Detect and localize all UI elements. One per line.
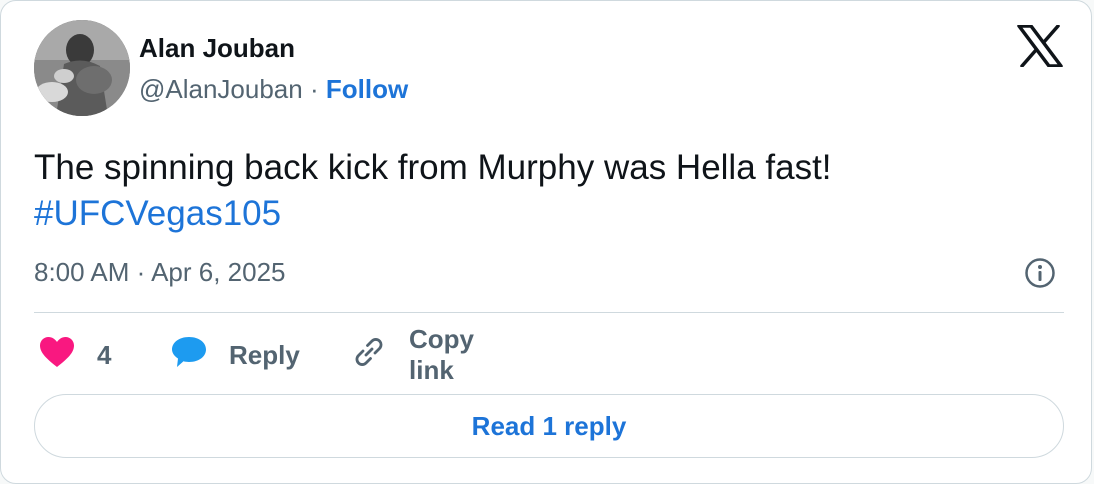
read-replies-label: Read 1 reply xyxy=(471,410,627,441)
copy-link-button[interactable]: Copy link xyxy=(351,324,474,385)
hashtag-link[interactable]: #UFCVegas105 xyxy=(34,191,1054,237)
tweet-text-block: The spinning back kick from Murphy was H… xyxy=(34,145,1054,237)
x-logo-icon[interactable] xyxy=(1017,24,1063,68)
follow-button[interactable]: Follow xyxy=(326,74,408,104)
copy-link-label: Copy link xyxy=(409,324,474,385)
author-handle-row: @AlanJouban · Follow xyxy=(139,74,408,105)
author-handle[interactable]: @AlanJouban xyxy=(139,74,303,104)
heart-icon xyxy=(39,336,75,375)
author-name[interactable]: Alan Jouban xyxy=(139,33,295,64)
reply-button[interactable]: Reply xyxy=(170,335,300,376)
tweet-card: Alan Jouban @AlanJouban · Follow The spi… xyxy=(0,0,1092,484)
reply-label: Reply xyxy=(229,339,300,370)
separator: · xyxy=(309,74,319,104)
like-button[interactable]: 4 xyxy=(39,336,112,375)
timestamp[interactable]: 8:00 AM · Apr 6, 2025 xyxy=(34,257,286,288)
divider xyxy=(34,312,1064,313)
info-icon[interactable] xyxy=(1024,257,1056,289)
avatar[interactable] xyxy=(34,20,130,116)
tweet-text: The spinning back kick from Murphy was H… xyxy=(34,148,832,187)
reply-bubble-icon xyxy=(170,335,208,376)
link-icon xyxy=(351,334,387,377)
like-count: 4 xyxy=(97,339,112,370)
read-replies-button[interactable]: Read 1 reply xyxy=(34,394,1064,458)
